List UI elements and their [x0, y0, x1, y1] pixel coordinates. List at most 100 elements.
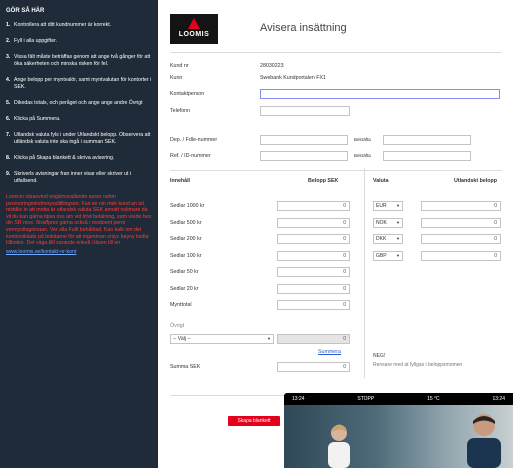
phone-video-frame [284, 405, 513, 468]
step-number: 3. [6, 54, 11, 60]
currency-header: Valuta [373, 178, 389, 184]
phone-temperature: 15 °C [427, 396, 440, 402]
ref-number-label: Ref. / ID-nummer [170, 153, 211, 159]
dep-confirm-label: Bekräfta [354, 137, 371, 142]
step-text: Dikedas totals, och peråget och ange ang… [14, 100, 143, 106]
instructions-title: GÖR SÅ HÄR [6, 8, 45, 14]
chevron-down-icon: ▼ [396, 203, 400, 208]
foreign-amount-input[interactable]: 0 [421, 201, 501, 211]
instruction-step: 6. Klicka på Summera. [6, 116, 152, 123]
step-text: Kontrollera att ditt kundnummer är korre… [14, 22, 112, 28]
customer-number-label: Kund nr [170, 63, 189, 69]
phone-time: 13:24 [292, 396, 305, 402]
step-number: 5. [6, 100, 11, 106]
summera-link[interactable]: Summera [318, 349, 341, 355]
other-select[interactable]: -- Välj -- ▼ [170, 334, 274, 344]
other-label: Övrigt [170, 323, 185, 329]
instruction-step: 4. Ange belopp per myntvalör, samt myntva… [6, 77, 152, 91]
divider [170, 170, 502, 171]
sek-amount-input[interactable]: 0 [277, 234, 350, 244]
sek-row-label: Sedlar 1000 kr [170, 203, 205, 209]
currency-select[interactable]: EUR ▼ [373, 201, 403, 211]
step-number: 7. [6, 132, 11, 138]
currency-select[interactable]: DKK ▼ [373, 234, 403, 244]
sek-amount-header: Belopp SEK [308, 178, 339, 184]
instruction-step: 7. Utlandsk valuta fyls i under Utlandskt… [6, 132, 152, 146]
create-form-button[interactable]: Skapa blankett [228, 416, 280, 426]
step-number: 2. [6, 38, 11, 44]
sek-amount-input[interactable]: 0 [277, 300, 350, 310]
customer-name-label: Kunn [170, 75, 183, 81]
contact-link[interactable]: www.loomis.se/kontakt-nr-kont [6, 249, 152, 255]
ref-number-input[interactable] [260, 151, 348, 161]
phone-status-bar: 13:24 STOPP 15 °C 13:24 [284, 393, 513, 405]
sek-row-label: Sedlar 20 kr [170, 285, 199, 292]
step-number: 9. [6, 171, 11, 177]
step-text: Fyll i alla uppgifter. [14, 38, 57, 44]
total-sek-input[interactable]: 0 [277, 362, 350, 372]
sek-amount-input[interactable]: 0 [277, 267, 350, 277]
currency-code: GBP [376, 252, 387, 259]
phone-app-label: STOPP [357, 396, 375, 402]
note-title: NEG! [373, 353, 386, 359]
instruction-step: 9. Skriverls avisningar fran inner visar … [6, 171, 152, 185]
phone-label: Telefonn [170, 108, 191, 114]
column-divider [364, 168, 365, 378]
step-number: 1. [6, 22, 11, 28]
dep-number-input[interactable] [260, 135, 348, 145]
logo-text: LOOMIS [178, 31, 210, 38]
foreign-amount-input[interactable]: 0 [421, 217, 501, 228]
instruction-step: 1. Kontrollera att ditt kundnummer är kor… [6, 22, 152, 29]
other-select-value: -- Välj -- [173, 336, 191, 342]
sek-amount-input[interactable]: 0 [277, 201, 350, 211]
divider [170, 52, 502, 53]
chevron-down-icon: ▼ [396, 236, 400, 241]
dep-number-label: Dep. / Fdle-nummer [170, 137, 218, 143]
page-title: Avisera insättning [260, 22, 347, 34]
instruction-step: 2. Fyll i alla uppgifter. [6, 38, 152, 45]
instructions-list: 1. Kontrollera att ditt kundnummer är kor… [6, 22, 152, 185]
other-amount-input[interactable]: 0 [277, 334, 350, 344]
sek-content-header: Innehåll [170, 178, 191, 184]
instruction-step: 3. Vissa fält måste beträffas genom att a… [6, 54, 152, 68]
step-number: 8. [6, 155, 11, 161]
sek-amount-input[interactable]: 0 [277, 283, 350, 294]
foreign-amount-input[interactable]: 0 [421, 234, 501, 244]
loomis-triangle-icon [188, 18, 200, 29]
step-text: Klicka på Skapa blankett & skriva aviser… [14, 155, 115, 161]
sek-amount-input[interactable]: 0 [277, 250, 350, 261]
ref-confirm-label: Bekräfta [354, 153, 371, 158]
instructions-panel: GÖR SÅ HÄR 1. Kontrollera att ditt kundnu… [0, 0, 158, 468]
currency-select[interactable]: GBP ▼ [373, 250, 403, 261]
step-text: Skriverls avisningar fran inner visar el… [14, 171, 132, 184]
sek-amount-input[interactable]: 0 [277, 217, 350, 228]
instructions-warning: Lovecin särasvtod engärnsvallande avser … [6, 194, 152, 247]
instruction-step: 5. Dikedas totals, och peråget och ange a… [6, 100, 152, 107]
currency-select[interactable]: NOK ▼ [373, 217, 403, 228]
phone-input[interactable] [260, 106, 350, 116]
contact-person-label: Kontaktperson [170, 91, 205, 97]
customer-name-value: Swebank Kundportalen FX1 [260, 75, 326, 81]
step-text: Vissa fält måste beträffas genom att ang… [14, 54, 151, 67]
dep-confirm-input[interactable] [383, 135, 471, 145]
phone-clock: 13:24 [492, 396, 505, 402]
step-text: Ange belopp per myntvalör, samt myntvalu… [14, 77, 152, 90]
ref-confirm-input[interactable] [383, 151, 471, 161]
step-number: 6. [6, 116, 11, 122]
sek-row-label: Sedlar 500 kr [170, 219, 202, 226]
step-text: Klicka på Summera. [14, 116, 61, 122]
step-text: Utlandsk valuta fyls i under Utlandskt b… [14, 132, 151, 145]
chevron-down-icon: ▼ [267, 336, 271, 341]
chevron-down-icon: ▼ [396, 252, 400, 258]
note-text: Rensare med at fyllgas i beloppsmomen [373, 362, 463, 368]
foreign-amount-input[interactable]: 0 [421, 250, 501, 261]
person-figure [467, 414, 501, 468]
person-figure [328, 424, 350, 468]
contact-person-input[interactable] [260, 89, 500, 99]
currency-code: DKK [376, 236, 387, 242]
sek-row-label: Mynttotal [170, 302, 192, 308]
chevron-down-icon: ▼ [396, 219, 400, 225]
customer-number-value: 28030223 [260, 63, 284, 69]
phone-video-overlay: 13:24 STOPP 15 °C 13:24 [284, 393, 513, 468]
currency-code: EUR [376, 203, 387, 209]
